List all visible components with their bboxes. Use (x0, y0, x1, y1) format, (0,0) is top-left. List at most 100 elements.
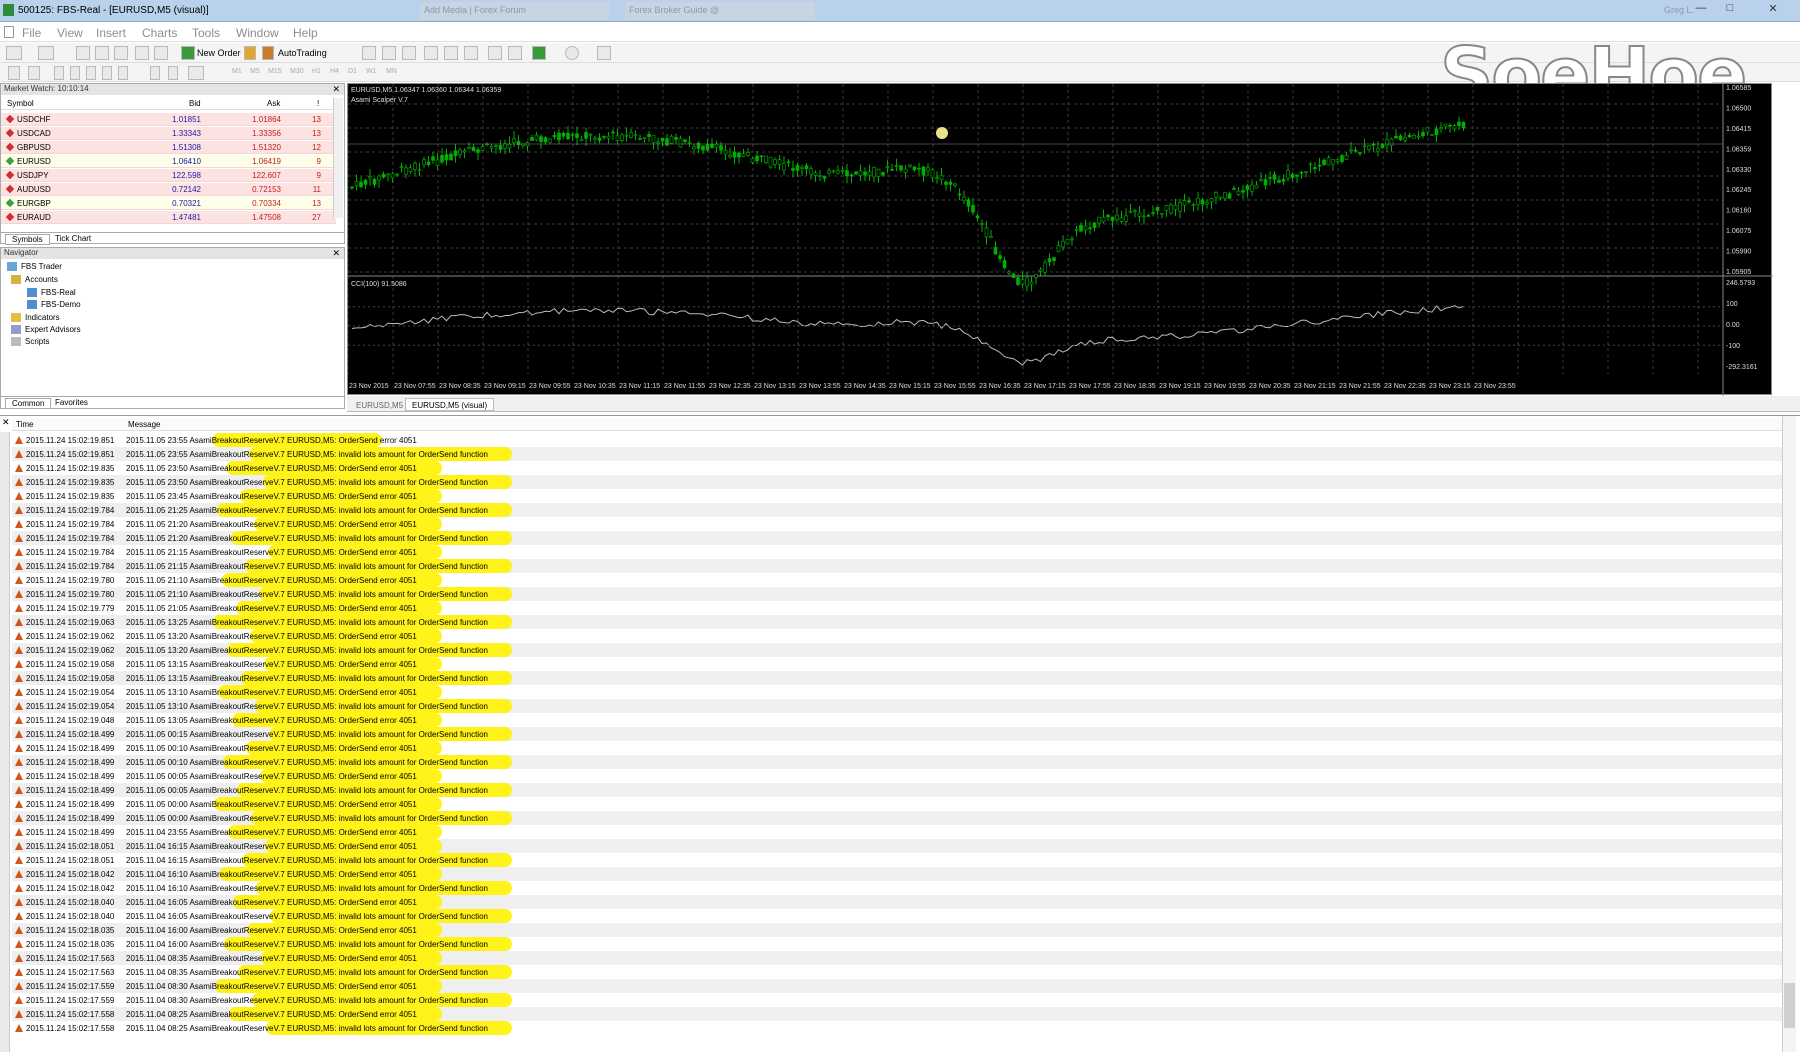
journal-row[interactable]: 2015.11.24 15:02:19.835 2015.11.05 23:50 … (12, 475, 1782, 489)
zoom-in-icon[interactable] (424, 46, 438, 60)
tf-mn[interactable]: MN (386, 68, 397, 75)
col-ask[interactable]: Ask (267, 99, 280, 108)
new-order-button[interactable]: New Order (197, 48, 241, 58)
browser-tab-1[interactable]: Add Media | Forex Forum (420, 2, 610, 20)
price-chart[interactable]: EURUSD,M5 1.06347 1.06360 1.06344 1.0635… (347, 83, 1773, 396)
tf-m1[interactable]: M1 (232, 68, 242, 75)
market-watch-row[interactable]: USDCAD 1.33343 1.33356 13 (1, 127, 336, 140)
journal-row[interactable]: 2015.11.24 15:02:17.563 2015.11.04 08:35 … (12, 951, 1782, 965)
tf-d1[interactable]: D1 (348, 68, 357, 75)
journal-row[interactable]: 2015.11.24 15:02:19.784 2015.11.05 21:15 … (12, 545, 1782, 559)
col-time[interactable]: Time (16, 420, 33, 429)
menu-view[interactable]: View (57, 26, 83, 40)
market-watch-row[interactable]: USDJPY 122.598 122.607 9 (1, 169, 336, 182)
nav-fbs-trader[interactable]: FBS Trader (7, 262, 62, 272)
journal-row[interactable]: 2015.11.24 15:02:18.499 2015.11.05 00:15 … (12, 727, 1782, 741)
journal-row[interactable]: 2015.11.24 15:02:19.779 2015.11.05 21:05 … (12, 601, 1782, 615)
channel-icon[interactable] (102, 66, 112, 80)
periods-icon[interactable] (565, 46, 579, 60)
journal-row[interactable]: 2015.11.24 15:02:19.048 2015.11.05 13:05 … (12, 713, 1782, 727)
market-watch-row[interactable]: GBPUSD 1.51308 1.51320 12 (1, 141, 336, 154)
navigator-icon[interactable] (114, 46, 128, 60)
journal-row[interactable]: 2015.11.24 15:02:19.062 2015.11.05 13:20 … (12, 643, 1782, 657)
fibo-icon[interactable] (118, 66, 128, 80)
text-icon[interactable] (150, 66, 160, 80)
journal-row[interactable]: 2015.11.24 15:02:19.063 2015.11.05 13:25 … (12, 615, 1782, 629)
menu-help[interactable]: Help (293, 26, 318, 40)
line-chart-icon[interactable] (402, 46, 416, 60)
zoom-out-icon[interactable] (444, 46, 458, 60)
col-message[interactable]: Message (128, 420, 160, 429)
journal-row[interactable]: 2015.11.24 15:02:18.040 2015.11.04 16:05 … (12, 909, 1782, 923)
minimize-icon[interactable]: — (1688, 2, 1714, 18)
tester-icon[interactable] (154, 46, 168, 60)
journal-row[interactable]: 2015.11.24 15:02:18.499 2015.11.05 00:05 … (12, 769, 1782, 783)
terminal-side-tab[interactable] (0, 432, 10, 1052)
new-order-icon[interactable] (181, 46, 195, 60)
journal-row[interactable]: 2015.11.24 15:02:17.559 2015.11.04 08:30 … (12, 993, 1782, 1007)
autoscroll-icon[interactable] (488, 46, 502, 60)
maximize-icon[interactable]: □ (1717, 2, 1743, 18)
journal-row[interactable]: 2015.11.24 15:02:18.040 2015.11.04 16:05 … (12, 895, 1782, 909)
nav-accounts[interactable]: Accounts (11, 275, 58, 285)
tab-symbols[interactable]: Symbols (5, 234, 50, 245)
journal-row[interactable]: 2015.11.24 15:02:19.062 2015.11.05 13:20 … (12, 629, 1782, 643)
journal-row[interactable]: 2015.11.24 15:02:18.499 2015.11.05 00:10 … (12, 755, 1782, 769)
templates-icon[interactable] (597, 46, 611, 60)
journal-row[interactable]: 2015.11.24 15:02:19.058 2015.11.05 13:15 … (12, 657, 1782, 671)
journal-row[interactable]: 2015.11.24 15:02:19.780 2015.11.05 21:10 … (12, 587, 1782, 601)
journal-row[interactable]: 2015.11.24 15:02:19.851 2015.11.05 23:55 … (12, 433, 1782, 447)
col-symbol[interactable]: Symbol (7, 99, 34, 108)
journal-row[interactable]: 2015.11.24 15:02:18.499 2015.11.04 23:55 … (12, 825, 1782, 839)
indicators-icon[interactable] (532, 46, 546, 60)
chart-canvas[interactable]: EURUSD,M5 1.06347 1.06360 1.06344 1.0635… (348, 84, 1773, 396)
journal-row[interactable]: 2015.11.24 15:02:19.784 2015.11.05 21:15 … (12, 559, 1782, 573)
journal-row[interactable]: 2015.11.24 15:02:19.780 2015.11.05 21:10 … (12, 573, 1782, 587)
journal-row[interactable]: 2015.11.24 15:02:17.559 2015.11.04 08:30 … (12, 979, 1782, 993)
journal-row[interactable]: 2015.11.24 15:02:18.499 2015.11.05 00:10 … (12, 741, 1782, 755)
journal-row[interactable]: 2015.11.24 15:02:19.058 2015.11.05 13:15 … (12, 671, 1782, 685)
scroll-thumb[interactable] (1784, 983, 1795, 1028)
menu-tools[interactable]: Tools (192, 26, 220, 40)
journal-row[interactable]: 2015.11.24 15:02:18.051 2015.11.04 16:15 … (12, 839, 1782, 853)
nav-fbs-demo[interactable]: FBS-Demo (27, 300, 81, 310)
journal-row[interactable]: 2015.11.24 15:02:18.051 2015.11.04 16:15 … (12, 853, 1782, 867)
journal-row[interactable]: 2015.11.24 15:02:18.035 2015.11.04 16:00 … (12, 923, 1782, 937)
journal-row[interactable]: 2015.11.24 15:02:19.784 2015.11.05 21:25 … (12, 503, 1782, 517)
nav-fbs-real[interactable]: FBS-Real (27, 288, 76, 298)
tab-common[interactable]: Common (5, 398, 52, 409)
journal-row[interactable]: 2015.11.24 15:02:18.042 2015.11.04 16:10 … (12, 867, 1782, 881)
close-icon[interactable]: ✕ (332, 248, 340, 259)
trendline-icon[interactable] (86, 66, 96, 80)
journal-row[interactable]: 2015.11.24 15:02:18.499 2015.11.05 00:00 … (12, 811, 1782, 825)
browser-tab-2[interactable]: Forex Broker Guide @ (625, 2, 815, 20)
crosshair-icon[interactable] (28, 66, 40, 80)
meta-editor-icon[interactable] (244, 46, 256, 60)
nav-scripts[interactable]: Scripts (11, 337, 49, 347)
journal-row[interactable]: 2015.11.24 15:02:18.035 2015.11.04 16:00 … (12, 937, 1782, 951)
menu-charts[interactable]: Charts (142, 26, 177, 40)
new-chart-icon[interactable] (6, 46, 22, 60)
autotrading-button[interactable]: AutoTrading (278, 48, 327, 58)
journal-row[interactable]: 2015.11.24 15:02:17.563 2015.11.04 08:35 … (12, 965, 1782, 979)
tf-m5[interactable]: M5 (250, 68, 260, 75)
bar-chart-icon[interactable] (362, 46, 376, 60)
journal-row[interactable]: 2015.11.24 15:02:18.499 2015.11.05 00:00 … (12, 797, 1782, 811)
nav-indicators[interactable]: Indicators (11, 313, 60, 323)
close-icon[interactable]: ✕ (1760, 2, 1786, 18)
hline-icon[interactable] (70, 66, 80, 80)
journal-row[interactable]: 2015.11.24 15:02:19.835 2015.11.05 23:50 … (12, 461, 1782, 475)
candles-icon[interactable] (382, 46, 396, 60)
journal-row[interactable]: 2015.11.24 15:02:19.835 2015.11.05 23:45 … (12, 489, 1782, 503)
journal-row[interactable]: 2015.11.24 15:02:19.054 2015.11.05 13:10 … (12, 685, 1782, 699)
tile-icon[interactable] (464, 46, 478, 60)
market-watch-row[interactable]: AUDUSD 0.72142 0.72153 11 (1, 183, 336, 196)
market-watch-icon[interactable] (76, 46, 90, 60)
menu-window[interactable]: Window (236, 26, 279, 40)
vline-icon[interactable] (54, 66, 64, 80)
tab-favorites[interactable]: Favorites (51, 398, 92, 407)
tf-h4[interactable]: H4 (330, 68, 339, 75)
close-icon[interactable]: ✕ (2, 417, 10, 428)
tf-m30[interactable]: M30 (290, 68, 304, 75)
tf-w1[interactable]: W1 (366, 68, 377, 75)
